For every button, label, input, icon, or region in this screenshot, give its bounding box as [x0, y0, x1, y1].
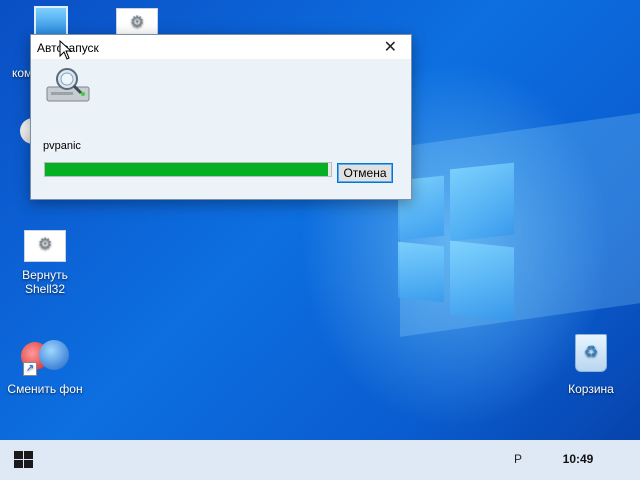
close-icon[interactable]: ✕ [384, 37, 397, 57]
dialog-titlebar[interactable]: Автозапуск ✕ [31, 35, 411, 59]
wallpaper-logo-pane [450, 162, 514, 242]
wallpaper-logo-pane [398, 241, 444, 303]
desktop-icon-label: Корзина [568, 382, 614, 396]
mouse-cursor-icon [59, 40, 73, 60]
cancel-button[interactable]: Отмена [337, 163, 393, 183]
drive-search-icon [46, 68, 90, 102]
device-name: pvpanic [43, 140, 81, 152]
taskbar-clock[interactable]: 10:49 [550, 452, 606, 466]
windows-start-icon[interactable] [14, 451, 36, 469]
recycle-bin-icon: ♻ [575, 334, 607, 372]
desktop-icon-restore-shell32[interactable]: ⚙ Вернуть Shell32 [0, 230, 90, 296]
computer-icon [34, 6, 68, 36]
input-language-indicator[interactable]: Р [514, 452, 522, 466]
desktop-icon-recycle-bin[interactable]: ♻ Корзина [546, 334, 636, 396]
taskbar [0, 440, 640, 480]
wallpaper-logo-pane [450, 240, 514, 322]
desktop-icon-change-background[interactable]: ↗ Сменить фон [0, 336, 90, 396]
change-background-icon: ↗ [21, 336, 69, 376]
gear-document-icon: ⚙ [24, 230, 66, 262]
desktop-icon-label: Вернуть Shell32 [22, 268, 68, 296]
progress-fill [45, 163, 329, 176]
progress-bar [44, 162, 332, 177]
desktop-icon-label: Сменить фон [7, 382, 83, 396]
autoplay-dialog: Автозапуск ✕ pvpanic Отмена [30, 34, 412, 200]
